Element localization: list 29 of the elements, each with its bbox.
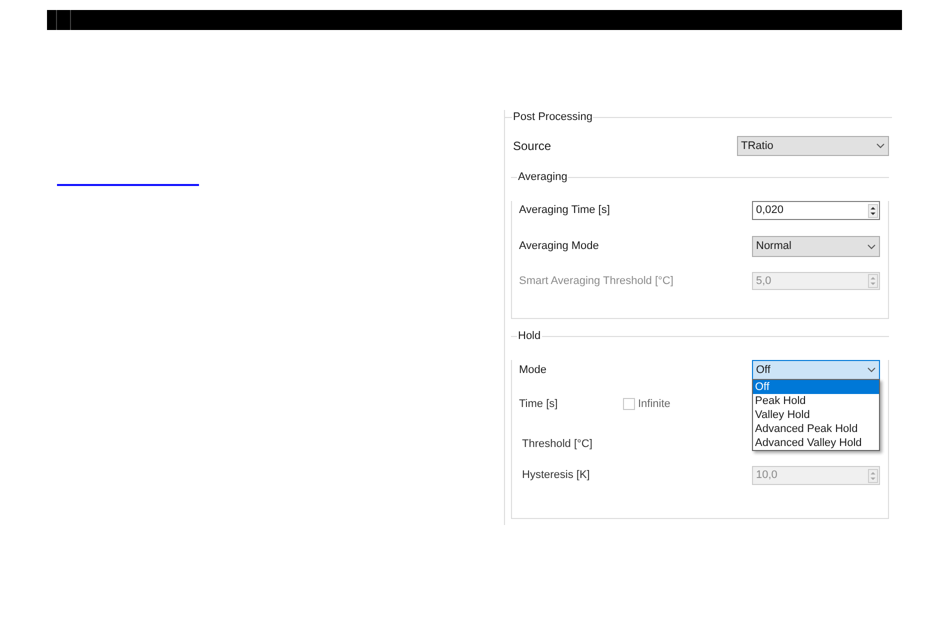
field-label: Hysteresis [K] xyxy=(522,468,590,484)
dropdown-value: TRatio xyxy=(741,138,774,154)
field-label: Smart Averaging Threshold [°C] xyxy=(519,274,674,289)
dropdown-option[interactable]: Valley Hold xyxy=(753,408,879,422)
group-title: Averaging xyxy=(517,170,568,184)
dropdown-value: Off xyxy=(756,362,770,378)
dropdown-option[interactable]: Advanced Valley Hold xyxy=(753,436,879,450)
dropdown[interactable]: Normal xyxy=(752,236,880,257)
field-label: Averaging Mode xyxy=(519,239,599,254)
dropdown[interactable]: TRatio xyxy=(737,136,889,156)
chevron-down-icon xyxy=(867,244,876,250)
spin-box[interactable]: 0,020 xyxy=(752,201,880,220)
field-label: Threshold [°C] xyxy=(522,436,592,452)
field-label: Mode xyxy=(519,362,547,378)
spin-arrows-icon xyxy=(868,274,878,288)
dropdown-option[interactable]: Off xyxy=(753,380,879,394)
spin-arrows-icon xyxy=(868,468,878,482)
group-title: Hold xyxy=(517,329,542,343)
chevron-down-icon xyxy=(867,367,876,373)
dropdown-option[interactable]: Peak Hold xyxy=(753,394,879,408)
dropdown-option[interactable]: Advanced Peak Hold xyxy=(753,422,879,436)
field-label: Averaging Time [s] xyxy=(519,203,610,218)
chevron-down-icon xyxy=(876,143,885,149)
checkbox[interactable]: Infinite xyxy=(623,396,670,412)
field-label: Time [s] xyxy=(519,396,559,412)
group-title: Post Processing xyxy=(512,110,594,124)
field-label: Source xyxy=(513,138,552,155)
spin-arrows-icon xyxy=(868,204,878,218)
dropdown-value: Normal xyxy=(756,239,792,254)
